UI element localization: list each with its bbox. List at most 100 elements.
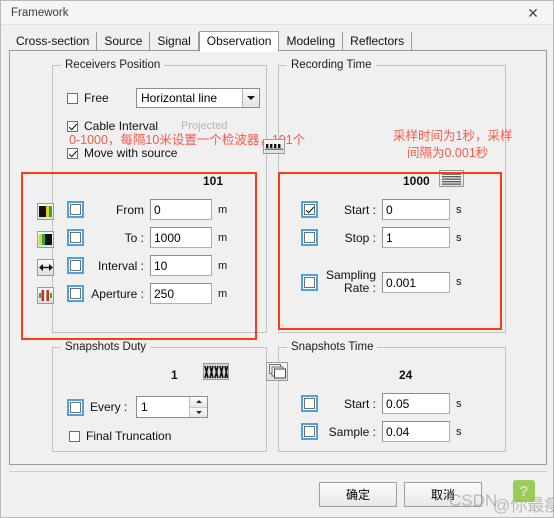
receivers-position-legend: Receivers Position xyxy=(61,59,165,71)
start-time-checkbox-inner xyxy=(304,204,315,215)
snapshot-sample-checkbox[interactable] xyxy=(301,423,318,440)
traces-lines-icon[interactable] xyxy=(439,170,464,187)
snapshots-duty-count: 1 xyxy=(171,368,178,382)
to-unit: m xyxy=(218,231,228,244)
receiver-mode-combo[interactable]: Horizontal line xyxy=(136,88,260,108)
sampling-rate-input[interactable]: 0.001 xyxy=(382,271,450,293)
tab-signal[interactable]: Signal xyxy=(150,32,199,51)
final-truncation-checkbox-row[interactable]: Final Truncation xyxy=(69,429,171,443)
start-time-label: Start : xyxy=(343,202,376,217)
tab-source[interactable]: Source xyxy=(97,32,151,51)
aperture-label: Aperture : xyxy=(91,286,144,301)
free-checkbox-row[interactable]: Free xyxy=(67,91,109,105)
stepper-up-icon[interactable] xyxy=(190,397,207,407)
final-truncation-checkbox[interactable] xyxy=(69,430,80,442)
start-time-checkbox[interactable] xyxy=(301,201,318,218)
from-input[interactable]: 0 xyxy=(150,199,212,220)
close-icon[interactable]: ✕ xyxy=(519,2,547,24)
double-arrow-glyph xyxy=(38,264,53,271)
dialog-button-bar: 确定 取消 xyxy=(9,471,547,511)
receiver-from-icon[interactable] xyxy=(37,203,54,220)
stop-time-checkbox[interactable] xyxy=(301,229,318,246)
receiver-to-icon[interactable] xyxy=(37,231,54,248)
window-title: Framework xyxy=(11,6,69,19)
every-field-row: Every : 1 xyxy=(67,396,208,418)
every-checkbox[interactable] xyxy=(67,398,84,416)
tab-reflectors[interactable]: Reflectors xyxy=(343,32,413,51)
aperture-input[interactable]: 250 xyxy=(150,283,212,304)
snapshot-start-checkbox[interactable] xyxy=(301,395,318,412)
stacked-windows-icon[interactable] xyxy=(266,362,288,381)
start-time-input[interactable]: 0 xyxy=(382,199,450,220)
snapshots-duty-group: Snapshots Duty 1 Every : 1 Final Truncat… xyxy=(52,341,267,452)
receiver-aperture-icon[interactable] xyxy=(37,287,54,304)
sampling-rate-field-row: Sampling Rate : 0.001 s xyxy=(301,269,462,295)
move-with-source-checkbox[interactable] xyxy=(67,147,78,159)
snapshot-start-field-row: Start : 0.05 s xyxy=(301,393,462,414)
recording-annotation-line2: 间隔为0.001秒 xyxy=(407,146,489,160)
receiver-interval-icon[interactable] xyxy=(37,259,54,276)
chevron-down-icon[interactable] xyxy=(242,89,259,107)
aperture-checkbox[interactable] xyxy=(67,285,84,302)
tab-modeling[interactable]: Modeling xyxy=(279,32,344,51)
snapshots-time-count: 24 xyxy=(399,368,413,382)
snapshot-sample-field-row: Sample : 0.04 s xyxy=(301,421,462,442)
aperture-field-row: Aperture : 250 m xyxy=(67,283,227,304)
every-stepper-buttons xyxy=(189,397,207,417)
to-checkbox[interactable] xyxy=(67,229,84,246)
every-stepper[interactable]: 1 xyxy=(136,396,208,418)
move-with-source-checkbox-row[interactable]: Move with source xyxy=(67,146,177,160)
from-checkbox[interactable] xyxy=(67,201,84,218)
snapshots-time-legend: Snapshots Time xyxy=(287,341,378,353)
to-input[interactable]: 1000 xyxy=(150,227,212,248)
cable-interval-checkbox[interactable] xyxy=(67,120,78,132)
snapshot-sample-label: Sample : xyxy=(328,424,376,439)
stop-time-field-row: Stop : 1 s xyxy=(301,227,462,248)
stop-time-label: Stop : xyxy=(344,230,376,245)
final-truncation-label: Final Truncation xyxy=(86,429,172,443)
interval-checkbox-inner xyxy=(70,260,81,271)
to-field-row: To : 1000 m xyxy=(67,227,227,248)
seismic-wiggle-icon[interactable] xyxy=(203,363,229,380)
recording-count: 1000 xyxy=(403,174,430,188)
interval-unit: m xyxy=(218,259,228,272)
aperture-checkbox-inner xyxy=(70,288,81,299)
stacked-windows-glyph xyxy=(268,364,286,379)
cable-interval-checkbox-row[interactable]: Cable Interval xyxy=(67,119,158,133)
stop-time-unit: s xyxy=(456,231,462,244)
traces-lines-glyph xyxy=(442,173,461,185)
every-label: Every : xyxy=(90,400,128,414)
start-time-field-row: Start : 0 s xyxy=(301,199,462,220)
sampling-rate-label-block: Sampling Rate : xyxy=(324,269,376,295)
cancel-button[interactable]: 取消 xyxy=(404,482,482,507)
snapshot-start-unit: s xyxy=(456,397,462,410)
start-time-unit: s xyxy=(456,203,462,216)
stepper-down-icon[interactable] xyxy=(190,406,207,417)
interval-field-row: Interval : 10 m xyxy=(67,255,227,276)
ok-button[interactable]: 确定 xyxy=(319,482,397,507)
framework-dialog: Framework ✕ Cross-section Source Signal … xyxy=(0,0,554,518)
tab-observation[interactable]: Observation xyxy=(198,31,280,52)
projected-receivers-icon[interactable] xyxy=(263,139,285,154)
receivers-position-group: Receivers Position Free Horizontal line … xyxy=(37,59,267,333)
every-checkbox-inner xyxy=(70,401,81,413)
aperture-bars-glyph xyxy=(38,290,52,301)
aperture-unit: m xyxy=(218,287,228,300)
every-input[interactable]: 1 xyxy=(137,397,189,417)
move-with-source-label: Move with source xyxy=(84,146,178,160)
interval-input[interactable]: 10 xyxy=(150,255,212,276)
seismic-wiggle-glyph xyxy=(204,365,228,378)
stop-time-input[interactable]: 1 xyxy=(382,227,450,248)
to-label: To : xyxy=(124,230,144,245)
title-bar: Framework ✕ xyxy=(1,1,553,25)
free-checkbox[interactable] xyxy=(67,92,78,104)
sampling-rate-checkbox[interactable] xyxy=(301,273,318,291)
observation-tab-page: Receivers Position Free Horizontal line … xyxy=(9,50,547,465)
receiver-mode-value: Horizontal line xyxy=(141,91,218,105)
interval-checkbox[interactable] xyxy=(67,257,84,274)
receivers-count: 101 xyxy=(203,174,224,188)
tab-cross-section[interactable]: Cross-section xyxy=(9,32,98,51)
snapshots-time-group: Snapshots Time 24 Start : 0.05 s Sample … xyxy=(266,341,506,452)
snapshot-start-input[interactable]: 0.05 xyxy=(382,393,450,414)
snapshot-sample-input[interactable]: 0.04 xyxy=(382,421,450,442)
